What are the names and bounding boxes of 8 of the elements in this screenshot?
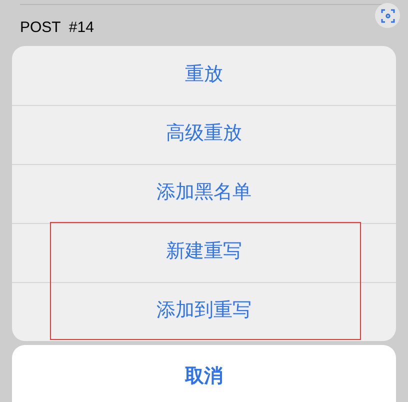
- request-title: POST #14: [20, 18, 94, 38]
- cancel-button[interactable]: 取消: [12, 345, 396, 402]
- action-item[interactable]: 新建重写: [12, 222, 396, 282]
- scan-icon[interactable]: [375, 3, 400, 28]
- action-item[interactable]: 添加到重写: [12, 282, 396, 340]
- action-item[interactable]: 高级重放: [12, 104, 396, 164]
- action-item[interactable]: 添加黑名单: [12, 164, 396, 222]
- action-item[interactable]: 重放: [12, 46, 396, 104]
